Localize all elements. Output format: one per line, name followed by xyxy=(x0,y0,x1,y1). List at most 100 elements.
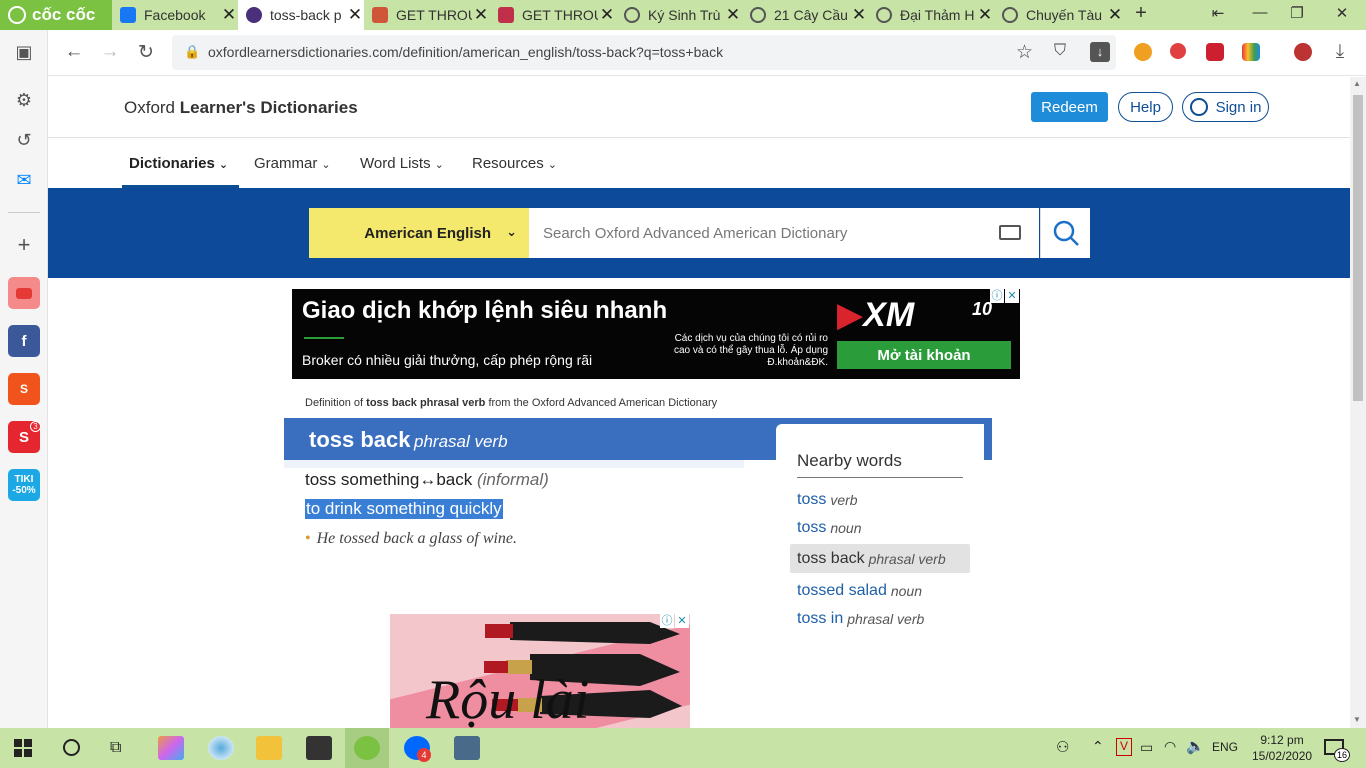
browser-toolbar: ← → ↻ 🔒 oxfordlearnersdictionaries.com/d… xyxy=(0,30,1366,76)
volume-icon[interactable]: 🔈 xyxy=(1186,737,1205,755)
close-icon[interactable]: ✕ xyxy=(1106,5,1124,25)
forward-arrow-icon[interactable]: → xyxy=(98,41,122,63)
tab-facebook[interactable]: Facebook ✕ xyxy=(112,0,238,30)
unikey-icon[interactable]: V xyxy=(1116,738,1132,756)
ad-subline: Broker có nhiều giải thưởng, cấp phép rộ… xyxy=(302,352,593,368)
nearby-pos: verb xyxy=(830,491,858,508)
shopee-icon[interactable]: S xyxy=(8,373,40,405)
source-prefix: Definition of xyxy=(305,397,367,409)
search-input[interactable] xyxy=(529,208,979,258)
new-tab-button[interactable]: + xyxy=(1131,2,1151,25)
facebook-icon[interactable]: f xyxy=(8,325,40,357)
clock[interactable]: 9:12 pm 15/02/2020 xyxy=(1252,732,1312,764)
downloads-icon[interactable]: ⤓ xyxy=(1328,41,1352,63)
adchoices-icon[interactable]: ⓘ xyxy=(990,289,1004,303)
sticky-notes-icon[interactable] xyxy=(306,736,332,760)
tab-get-through-2[interactable]: GET THROU ✕ xyxy=(490,0,616,30)
nearby-word-toss-back[interactable]: toss back phrasal verb xyxy=(790,544,970,573)
search-button[interactable] xyxy=(1040,208,1090,258)
menu-resources[interactable]: Resources ⌄ xyxy=(472,155,557,172)
messenger-icon[interactable]: ✉ xyxy=(8,164,40,196)
close-icon[interactable]: ✕ xyxy=(976,5,994,25)
scrollbar-thumb[interactable] xyxy=(1353,95,1363,401)
tab-21-cay-cau[interactable]: 21 Cây Cầu ✕ xyxy=(742,0,868,30)
chevron-up-icon[interactable]: ⌃ xyxy=(1092,738,1104,755)
scroll-down-icon[interactable]: ▼ xyxy=(1353,715,1361,724)
coccoc-logo[interactable]: cốc cốc xyxy=(0,0,112,30)
nearby-word-toss-verb[interactable]: toss verb xyxy=(790,485,970,514)
restore-button[interactable]: ❐ xyxy=(1287,4,1307,22)
settings-icon[interactable]: ⚙ xyxy=(8,84,40,116)
tab-toss-back[interactable]: toss-back p ✕ xyxy=(238,0,364,30)
menu-dictionaries[interactable]: Dictionaries ⌄ xyxy=(129,155,228,172)
dictionary-language-select[interactable]: American English ⌄ xyxy=(309,208,529,258)
close-icon[interactable]: ✕ xyxy=(850,5,868,25)
file-explorer-icon[interactable] xyxy=(256,736,282,760)
minimize-button[interactable]: — xyxy=(1250,4,1270,21)
close-icon[interactable]: ✕ xyxy=(472,5,490,25)
sign-in-button[interactable]: Sign in xyxy=(1182,92,1269,122)
nearby-word-tossed-salad[interactable]: tossed salad noun xyxy=(790,576,970,605)
tab-chuyen-tau[interactable]: Chuyến Tàu ✕ xyxy=(994,0,1124,30)
shield-icon[interactable]: ⛉ xyxy=(1054,42,1066,60)
page-scrollbar[interactable]: ▲ ▼ xyxy=(1350,77,1366,728)
adchoices-icon[interactable]: ⓘ xyxy=(660,614,674,628)
ad-close-icon[interactable]: ✕ xyxy=(675,614,689,628)
add-app-icon[interactable]: + xyxy=(8,229,40,261)
back-arrow-icon[interactable]: ← xyxy=(62,41,86,63)
ad-open-account-button[interactable]: Mở tài khoản xyxy=(837,341,1011,369)
help-button[interactable]: Help xyxy=(1118,92,1173,122)
profile-avatar[interactable] xyxy=(1294,43,1312,61)
paint-app-icon[interactable] xyxy=(158,736,184,760)
youtube-icon[interactable] xyxy=(8,277,40,309)
tab-label: GET THROU xyxy=(396,7,472,23)
pdf-ext-icon[interactable] xyxy=(1206,43,1224,61)
nearby-word-toss-in[interactable]: toss in phrasal verb xyxy=(790,604,970,633)
sidebar-toggle-icon[interactable]: ▣ xyxy=(8,36,40,68)
tool-app-icon[interactable] xyxy=(208,736,234,760)
ad-banner-xm[interactable]: Giao dịch khớp lệnh siêu nhanh Broker có… xyxy=(292,289,1020,379)
history-icon[interactable]: ↺ xyxy=(8,124,40,156)
input-language[interactable]: ENG xyxy=(1212,740,1238,754)
redeem-button[interactable]: Redeem xyxy=(1031,92,1108,122)
app-icon[interactable] xyxy=(454,736,480,760)
star-icon[interactable]: ☆ xyxy=(1016,41,1033,64)
close-icon[interactable]: ✕ xyxy=(346,5,364,25)
search-circle-icon[interactable] xyxy=(63,739,80,756)
nearby-word: toss xyxy=(797,490,827,508)
ad-lipstick[interactable]: Rộu lài ⓘ ✕ xyxy=(390,614,690,728)
close-icon[interactable]: ✕ xyxy=(220,5,238,25)
site-logo[interactable]: Oxford Learner's Dictionaries xyxy=(124,98,358,118)
keyboard-icon[interactable] xyxy=(999,225,1021,240)
tab-get-through-1[interactable]: GET THROU ✕ xyxy=(364,0,490,30)
address-bar[interactable]: 🔒 oxfordlearnersdictionaries.com/definit… xyxy=(172,35,1116,70)
tab-menu-icon[interactable]: ⇤ xyxy=(1208,4,1228,22)
nearby-word-toss-noun[interactable]: toss noun xyxy=(790,513,970,542)
ad-close-icon[interactable]: ✕ xyxy=(1005,289,1019,303)
wifi-icon[interactable]: ◠ xyxy=(1164,738,1176,755)
tiki-icon[interactable]: TIKI -50% xyxy=(8,469,40,501)
tab-ky-sinh-trung[interactable]: Ký Sinh Trù ✕ xyxy=(616,0,742,30)
people-icon[interactable]: ⚇ xyxy=(1056,738,1069,756)
task-view-icon[interactable]: ⧉ xyxy=(110,739,121,757)
nearby-pos: phrasal verb xyxy=(847,610,925,627)
colorful-ext-icon[interactable] xyxy=(1242,43,1260,61)
sign-in-label: Sign in xyxy=(1215,98,1262,116)
scroll-up-icon[interactable]: ▲ xyxy=(1353,79,1361,88)
menu-grammar[interactable]: Grammar ⌄ xyxy=(254,155,331,172)
download-icon[interactable]: ↓ xyxy=(1090,42,1110,62)
sense-pattern: toss something↔back (informal) xyxy=(305,470,549,490)
tab-dai-tham-hoa[interactable]: Đại Thảm H ✕ xyxy=(868,0,994,30)
coccoc-ext-icon[interactable] xyxy=(1134,43,1152,61)
menu-word-lists[interactable]: Word Lists ⌄ xyxy=(360,155,444,172)
close-icon[interactable]: ✕ xyxy=(724,5,742,25)
adblock-icon[interactable] xyxy=(1170,43,1186,59)
battery-icon[interactable]: ▭ xyxy=(1140,739,1153,756)
reload-icon[interactable]: ↻ xyxy=(134,41,158,64)
coccoc-taskbar-icon[interactable] xyxy=(354,736,380,760)
window-close-button[interactable]: ✕ xyxy=(1332,4,1352,22)
user-icon xyxy=(1189,98,1208,116)
windows-start-icon[interactable] xyxy=(14,739,32,757)
close-icon[interactable]: ✕ xyxy=(598,5,616,25)
clock-time: 9:12 pm xyxy=(1260,733,1304,747)
